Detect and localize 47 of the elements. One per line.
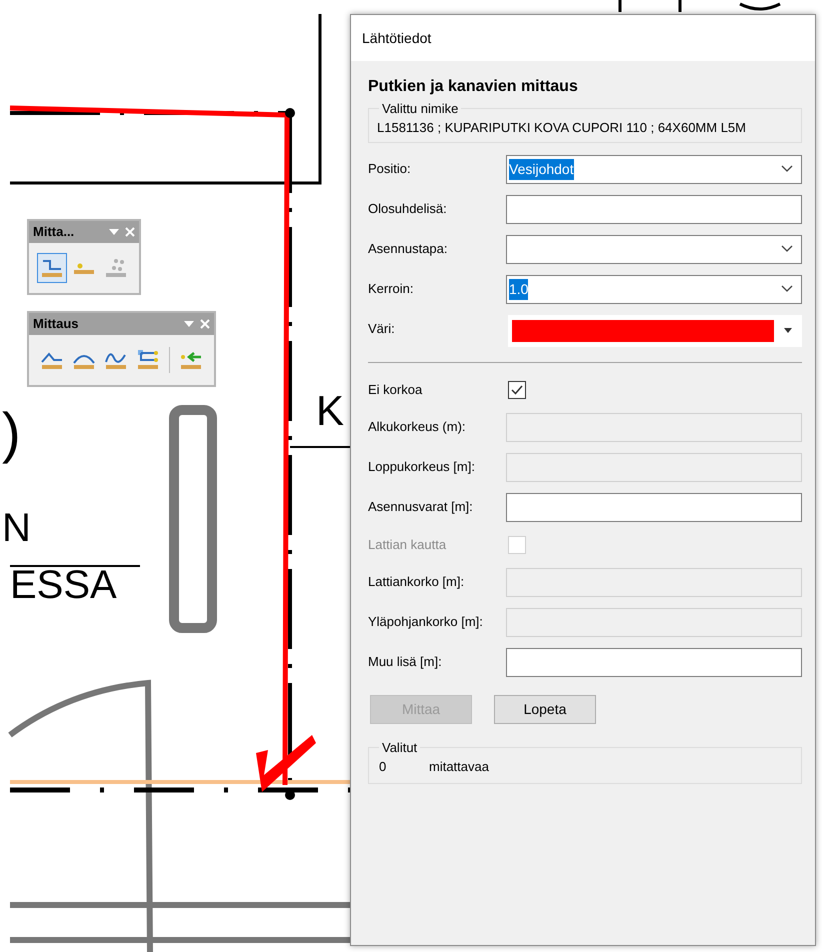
item-description: L1581136 ; KUPARIPUTKI KOVA CUPORI 110 ; 64X60MM L5M <box>377 118 747 136</box>
field-label: Väri: <box>368 320 395 336</box>
field-label: Asennustapa: <box>368 240 449 258</box>
plan-label: K <box>316 390 344 432</box>
input-field[interactable] <box>506 648 802 676</box>
chevron-down-icon[interactable] <box>781 245 793 253</box>
dropdown-field[interactable]: 1.0 <box>506 274 802 304</box>
selected-count: 0 <box>379 758 388 776</box>
field-label: Olosuhdelisä: <box>368 200 448 218</box>
field-label: Yläpohjankorko [m]: <box>368 613 484 632</box>
group-title: Valittu nimike <box>381 100 460 118</box>
color-picker[interactable] <box>508 314 802 346</box>
plan-label: N <box>2 508 31 548</box>
count-unit: mitattavaa <box>429 758 489 776</box>
toolbar-title: Mittaus <box>33 315 80 334</box>
point-icon <box>74 262 94 274</box>
field-label: Lattiankorko [m]: <box>368 573 466 592</box>
points-icon <box>104 257 128 279</box>
chevron-down-icon[interactable] <box>781 165 793 173</box>
checkbox[interactable] <box>508 380 526 398</box>
field-label: Positio: <box>368 160 412 178</box>
field-label: Muu lisä [m]: <box>368 653 443 672</box>
dropdown-icon[interactable] <box>784 328 792 333</box>
field-label: Loppukorkeus [m]: <box>368 458 476 476</box>
dialog-button[interactable]: Lopeta <box>494 694 596 724</box>
window-title: Lähtötiedot <box>362 28 432 48</box>
input-field[interactable] <box>506 194 802 224</box>
dialog-heading: Putkien ja kanavien mittaus <box>368 77 579 97</box>
field-label: Asennusvarat [m]: <box>368 498 474 516</box>
close-icon[interactable] <box>125 227 135 237</box>
field-label: Lattian kautta <box>368 536 448 554</box>
arrow-point-icon <box>179 349 203 371</box>
toolbar-title: Mitta... <box>33 223 76 242</box>
group-title: Valitut <box>381 738 418 756</box>
input-field[interactable] <box>506 492 802 522</box>
plan-label: ESSA <box>10 565 117 605</box>
step-line-icon <box>40 257 64 279</box>
field-label: Ei korkoa <box>368 380 424 399</box>
bracket-line-icon <box>136 349 160 371</box>
dropdown-field[interactable]: Vesijohdot <box>506 154 802 184</box>
chevron-down-icon[interactable] <box>781 285 793 293</box>
check-icon <box>511 384 523 394</box>
close-icon[interactable] <box>200 319 210 329</box>
tool-button[interactable] <box>37 253 67 283</box>
dropdown-field[interactable] <box>506 234 802 264</box>
field-label: Kerroin: <box>368 280 415 298</box>
field-label: Alkukorkeus (m): <box>368 418 467 436</box>
